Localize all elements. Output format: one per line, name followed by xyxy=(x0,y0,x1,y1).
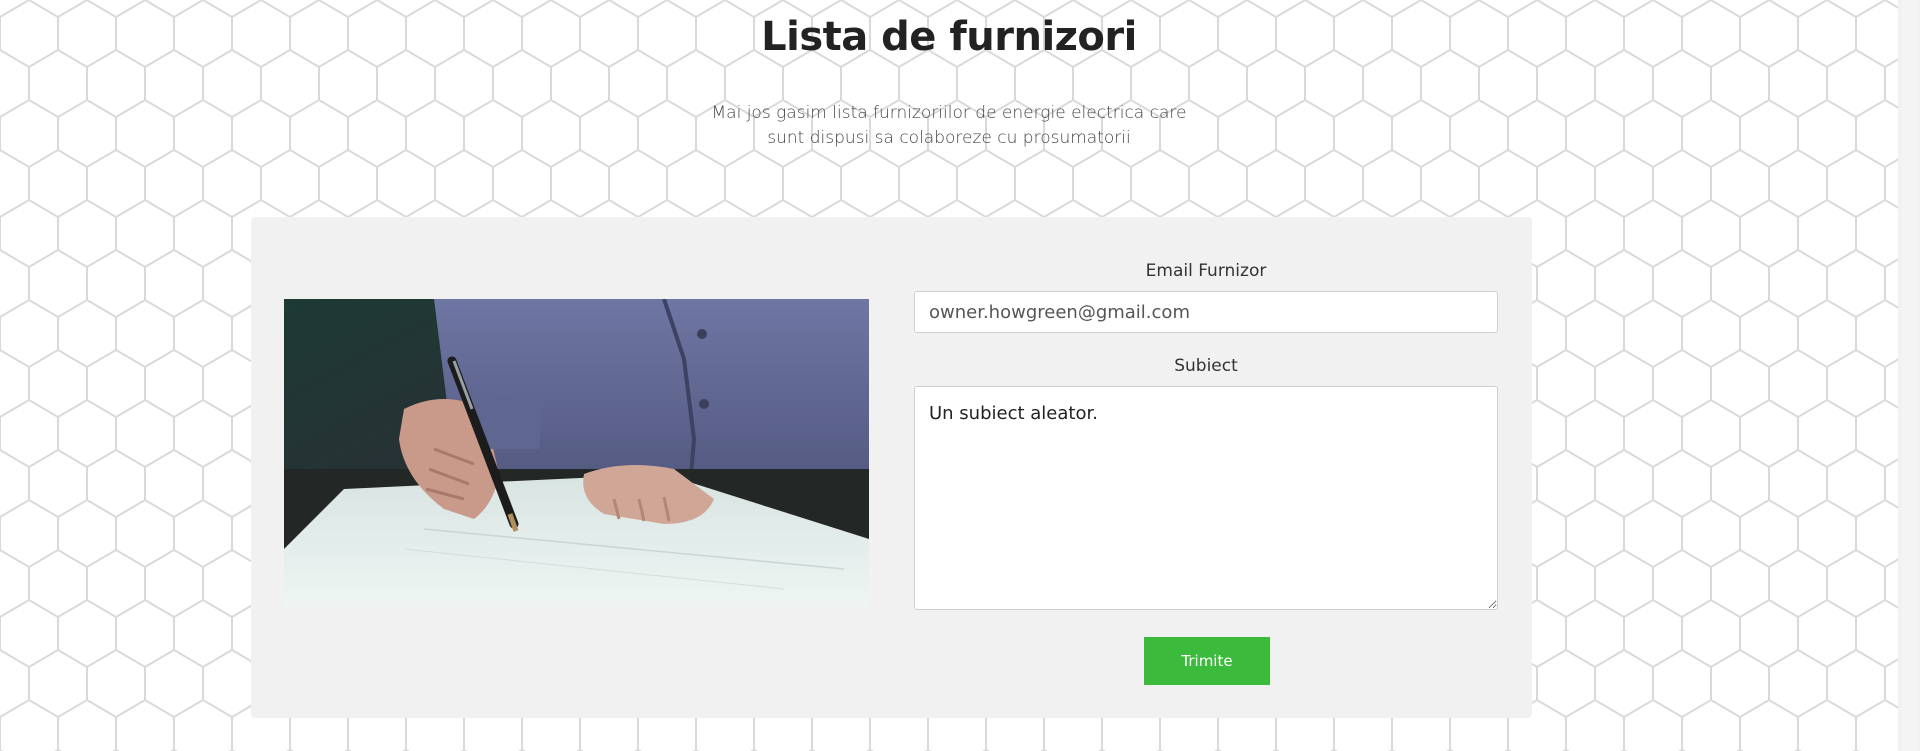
subject-textarea[interactable]: Un subiect aleator. xyxy=(914,386,1498,610)
page-scrollbar-thumb[interactable] xyxy=(1901,0,1917,751)
page-subtitle: Mai jos gasim lista furnizoriilor de ene… xyxy=(711,103,1187,148)
email-label: Email Furnizor xyxy=(1145,261,1267,281)
submit-button[interactable]: Trimite xyxy=(1144,637,1270,685)
person-signing-document-photo xyxy=(284,299,869,607)
subject-label: Subiect xyxy=(1174,356,1238,376)
email-field[interactable] xyxy=(914,291,1498,333)
page-title: Lista de furnizori xyxy=(761,14,1137,60)
